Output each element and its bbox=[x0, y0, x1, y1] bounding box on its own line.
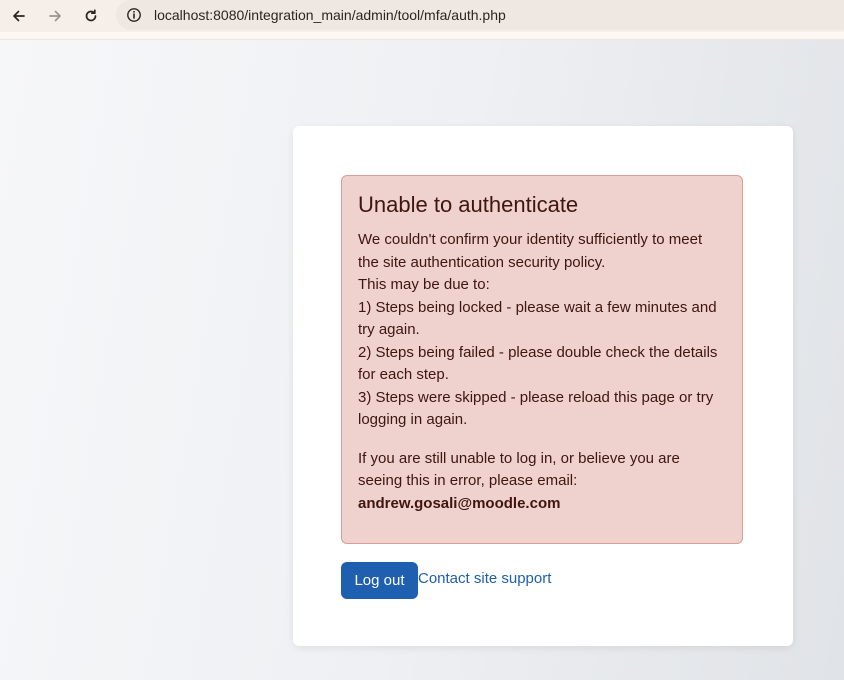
alert-line: We couldn't confirm your identity suffic… bbox=[358, 231, 703, 271]
contact-support-link[interactable]: Contact site support bbox=[418, 570, 551, 587]
alert-line: This may be due to: bbox=[358, 276, 490, 293]
alert-message: We couldn't confirm your identity suffic… bbox=[358, 229, 726, 432]
alert-line: 3) Steps were skipped - please reload th… bbox=[358, 388, 714, 429]
url-text[interactable]: localhost:8080/integration_main/admin/to… bbox=[154, 7, 506, 23]
alert-footer-text: If you are still unable to log in, or be… bbox=[358, 449, 680, 490]
toolbar-divider bbox=[0, 32, 844, 40]
forward-arrow-icon[interactable] bbox=[43, 4, 67, 28]
info-circle-icon[interactable] bbox=[124, 5, 144, 25]
action-row: Log out Contact site support bbox=[341, 562, 551, 599]
page-background: Unable to authenticate We couldn't confi… bbox=[0, 40, 844, 680]
support-email: andrew.gosali@moodle.com bbox=[358, 494, 561, 512]
alert-line: 2) Steps being failed - please double ch… bbox=[358, 343, 718, 384]
auth-card: Unable to authenticate We couldn't confi… bbox=[293, 126, 793, 646]
browser-toolbar: localhost:8080/integration_main/admin/to… bbox=[0, 0, 844, 32]
alert-title: Unable to authenticate bbox=[358, 192, 579, 217]
logout-button[interactable]: Log out bbox=[341, 562, 418, 599]
reload-icon[interactable] bbox=[79, 4, 103, 28]
back-arrow-icon[interactable] bbox=[7, 4, 31, 28]
error-alert: Unable to authenticate We couldn't confi… bbox=[341, 175, 743, 544]
alert-footer: If you are still unable to log in, or be… bbox=[358, 448, 726, 516]
alert-line: 1) Steps being locked - please wait a fe… bbox=[358, 298, 717, 339]
